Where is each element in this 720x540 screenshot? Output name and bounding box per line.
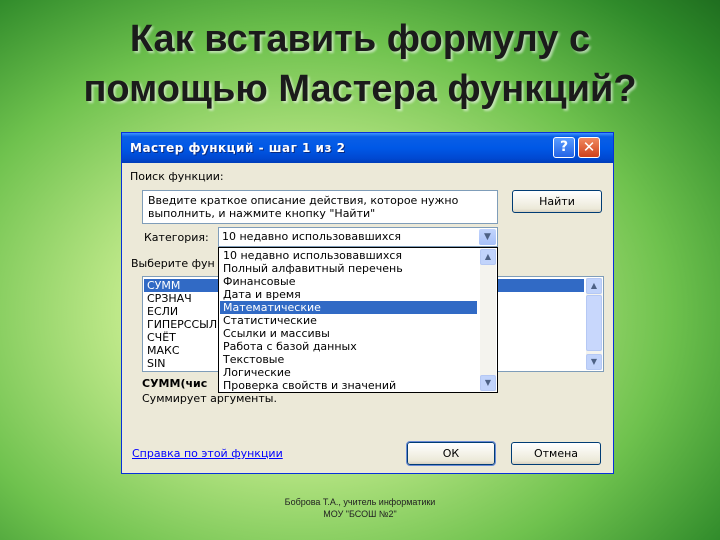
function-signature: СУММ(чис bbox=[142, 377, 208, 390]
dialog-title: Мастер функций - шаг 1 из 2 bbox=[130, 141, 346, 155]
function-list-scrollbar[interactable]: ▲ ▼ bbox=[586, 278, 602, 370]
dropdown-option-highlighted[interactable]: Математические bbox=[220, 301, 477, 314]
dropdown-option[interactable]: Финансовые bbox=[220, 275, 477, 288]
dropdown-option[interactable]: Работа с базой данных bbox=[220, 340, 477, 353]
category-select[interactable]: 10 недавно использовавшихся ▼ bbox=[218, 227, 498, 247]
select-function-label: Выберите фун bbox=[131, 257, 215, 270]
dropdown-option[interactable]: Проверка свойств и значений bbox=[220, 379, 477, 392]
footer-author: Боброва Т.А., учитель информатики bbox=[284, 497, 436, 507]
dropdown-option[interactable]: Дата и время bbox=[220, 288, 477, 301]
dropdown-option[interactable]: Полный алфавитный перечень bbox=[220, 262, 477, 275]
function-description: Суммирует аргументы. bbox=[142, 392, 277, 405]
scroll-down-icon[interactable]: ▼ bbox=[480, 375, 496, 391]
scroll-thumb[interactable] bbox=[586, 295, 602, 351]
help-button[interactable]: ? bbox=[553, 137, 575, 158]
function-wizard-dialog: Мастер функций - шаг 1 из 2 ? ✕ Поиск фу… bbox=[121, 132, 614, 474]
ok-button[interactable]: ОК bbox=[406, 441, 496, 466]
dropdown-option[interactable]: Статистические bbox=[220, 314, 477, 327]
dropdown-option[interactable]: Логические bbox=[220, 366, 477, 379]
search-input[interactable]: Введите краткое описание действия, котор… bbox=[142, 190, 498, 224]
chevron-down-icon[interactable]: ▼ bbox=[479, 229, 496, 245]
scroll-up-icon[interactable]: ▲ bbox=[480, 249, 496, 265]
dropdown-option[interactable]: Ссылки и массивы bbox=[220, 327, 477, 340]
category-label: Категория: bbox=[144, 231, 209, 244]
footer-school: МОУ "БСОШ №2" bbox=[323, 509, 397, 519]
slide-title: Как вставить формулу с помощью Мастера ф… bbox=[0, 14, 720, 114]
dropdown-scrollbar[interactable]: ▲ ▼ bbox=[480, 249, 496, 391]
dropdown-option[interactable]: 10 недавно использовавшихся bbox=[220, 249, 477, 262]
scroll-down-icon[interactable]: ▼ bbox=[586, 354, 602, 370]
dialog-titlebar[interactable]: Мастер функций - шаг 1 из 2 ? ✕ bbox=[122, 133, 613, 163]
search-label: Поиск функции: bbox=[130, 170, 224, 183]
category-dropdown[interactable]: 10 недавно использовавшихся Полный алфав… bbox=[218, 247, 498, 393]
category-value: 10 недавно использовавшихся bbox=[222, 230, 402, 243]
dropdown-option[interactable]: Текстовые bbox=[220, 353, 477, 366]
cancel-button[interactable]: Отмена bbox=[511, 442, 601, 465]
close-button[interactable]: ✕ bbox=[578, 137, 600, 158]
help-link[interactable]: Справка по этой функции bbox=[132, 447, 283, 460]
slide-footer: Боброва Т.А., учитель информатики МОУ "Б… bbox=[240, 496, 480, 520]
scroll-up-icon[interactable]: ▲ bbox=[586, 278, 602, 294]
slide-title-line2: помощью Мастера функций? bbox=[83, 68, 637, 110]
find-button[interactable]: Найти bbox=[512, 190, 602, 213]
slide-title-line1: Как вставить формулу с bbox=[129, 18, 591, 60]
